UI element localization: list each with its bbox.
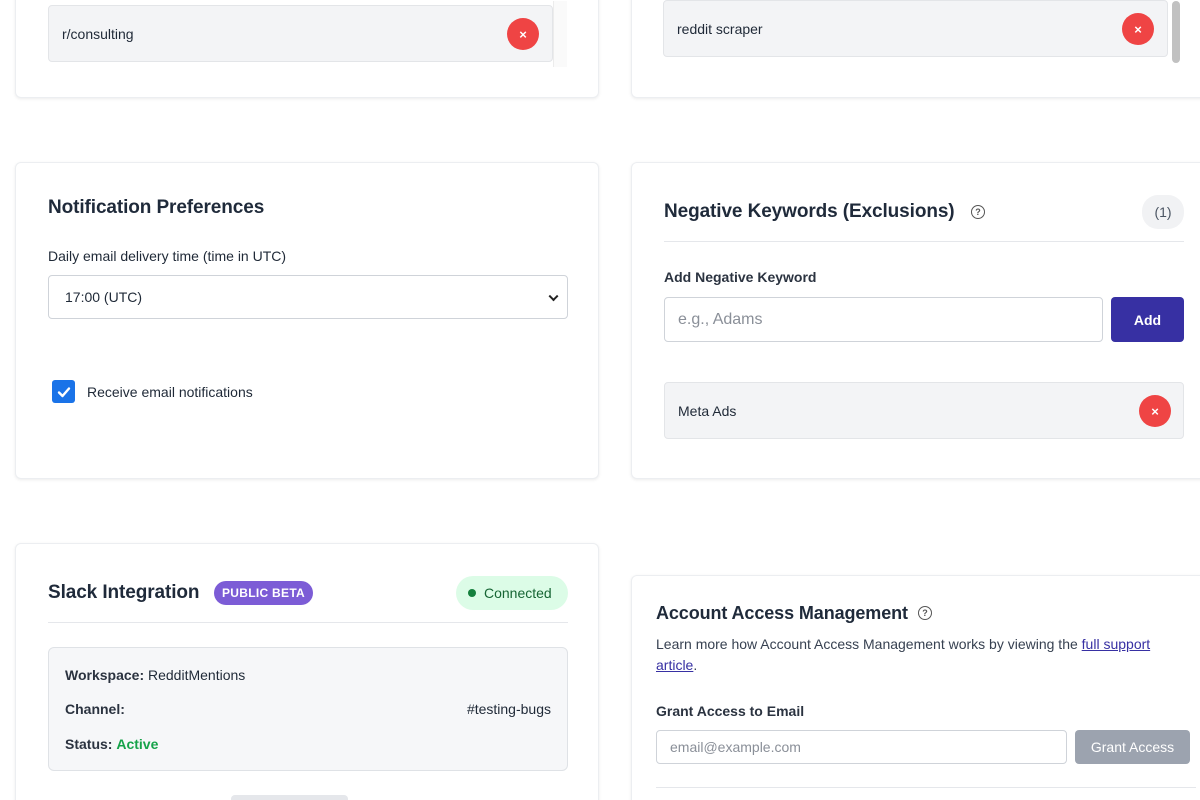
negative-keyword-name: Meta Ads	[678, 402, 737, 419]
help-icon[interactable]: ?	[971, 205, 985, 219]
subreddit-list-item: r/consulting ×	[48, 5, 553, 62]
email-placeholder: email@example.com	[670, 739, 801, 755]
grant-access-email-input[interactable]: email@example.com	[656, 730, 1067, 764]
grant-access-button[interactable]: Grant Access	[1075, 730, 1190, 764]
workspace-label: Workspace:	[65, 667, 145, 683]
keyword-name: reddit scraper	[677, 20, 763, 37]
delivery-time-label: Daily email delivery time (time in UTC)	[48, 248, 287, 264]
negative-keywords-title: Negative Keywords (Exclusions)	[664, 201, 955, 222]
account-access-title: Account Access Management	[656, 603, 908, 623]
subreddit-list-scrollbar[interactable]	[553, 1, 567, 67]
subreddit-name: r/consulting	[62, 25, 134, 42]
negative-keyword-input[interactable]: e.g., Adams	[664, 297, 1103, 342]
negative-keywords-divider	[664, 241, 1184, 242]
channel-row: Channel: #testing-bugs	[65, 701, 551, 717]
add-negative-keyword-button[interactable]: Add	[1111, 297, 1184, 342]
workspace-value: RedditMentions	[148, 667, 246, 683]
keywords-card: reddit scraper ×	[631, 0, 1200, 98]
remove-keyword-button[interactable]: ×	[1122, 13, 1154, 45]
negative-keyword-list-item: Meta Ads ×	[664, 382, 1184, 439]
slack-details-box: Workspace: RedditMentions Channel: #test…	[48, 647, 568, 771]
account-access-card: Account Access Management ? Learn more h…	[631, 575, 1200, 800]
remove-subreddit-button[interactable]: ×	[507, 18, 539, 50]
public-beta-badge: PUBLIC BETA	[214, 581, 313, 605]
account-access-divider	[656, 787, 1196, 788]
delivery-time-value: 17:00 (UTC)	[65, 289, 143, 305]
help-icon[interactable]: ?	[918, 606, 932, 620]
chevron-down-icon	[548, 291, 559, 302]
notification-preferences-card: Notification Preferences Daily email del…	[15, 162, 599, 479]
close-icon: ×	[519, 26, 527, 42]
negative-keyword-placeholder: e.g., Adams	[678, 310, 763, 328]
connection-status-pill: Connected	[456, 576, 568, 610]
status-dot-icon	[468, 589, 476, 597]
checkmark-icon	[57, 386, 70, 397]
status-row: Status: Active	[65, 736, 158, 752]
status-value: Active	[116, 736, 159, 752]
slack-divider	[48, 622, 568, 623]
slack-integration-card: Slack Integration PUBLIC BETA Connected …	[15, 543, 599, 800]
negative-keywords-count: (1)	[1142, 195, 1184, 229]
close-icon: ×	[1151, 403, 1159, 419]
keyword-list-item: reddit scraper ×	[663, 0, 1168, 57]
notification-preferences-title: Notification Preferences	[48, 197, 265, 218]
connection-status-text: Connected	[484, 585, 552, 601]
workspace-row: Workspace: RedditMentions	[65, 667, 245, 683]
remove-negative-keyword-button[interactable]: ×	[1139, 395, 1171, 427]
account-access-description: Learn more how Account Access Management…	[656, 636, 1151, 673]
disconnect-button-partial[interactable]	[231, 795, 348, 800]
delivery-time-select[interactable]: 17:00 (UTC)	[48, 275, 568, 319]
negative-keywords-card: Negative Keywords (Exclusions) ? (1) Add…	[631, 162, 1200, 479]
email-notifications-checkbox[interactable]	[52, 380, 75, 403]
grant-access-label: Grant Access to Email	[656, 703, 805, 719]
channel-value: #testing-bugs	[466, 701, 551, 717]
add-negative-keyword-label: Add Negative Keyword	[664, 269, 817, 285]
close-icon: ×	[1134, 21, 1142, 37]
status-label: Status:	[65, 736, 113, 752]
email-notifications-label: Receive email notifications	[87, 384, 253, 400]
channel-label: Channel:	[65, 701, 125, 717]
keyword-list-scrollbar[interactable]	[1172, 1, 1180, 63]
subreddits-card: r/consulting ×	[15, 0, 599, 98]
slack-integration-title: Slack Integration	[48, 582, 200, 603]
